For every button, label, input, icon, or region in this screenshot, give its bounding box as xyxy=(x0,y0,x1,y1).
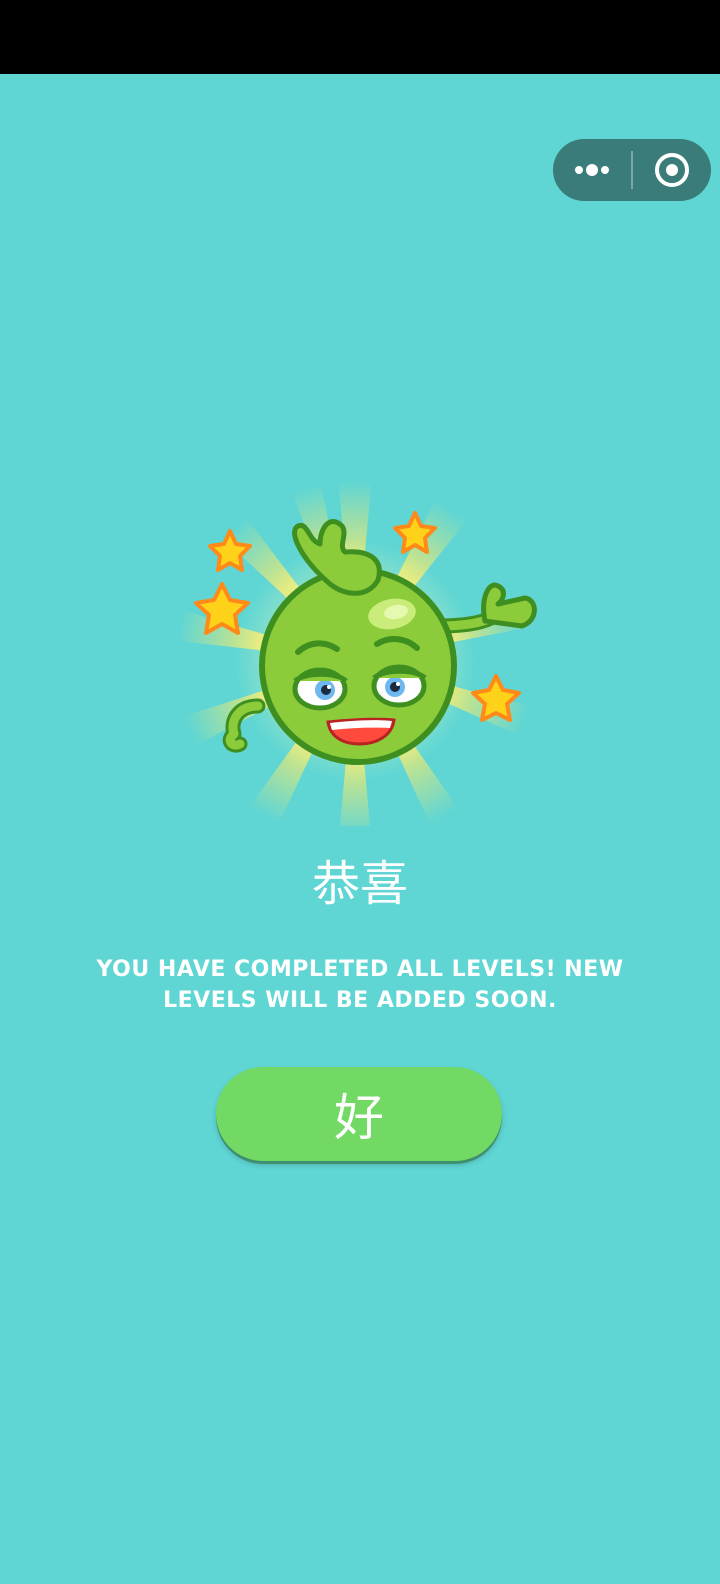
mini-program-capsule xyxy=(553,139,711,201)
close-button[interactable] xyxy=(633,139,711,201)
more-dots-icon xyxy=(575,164,609,176)
congrats-title: 恭喜 xyxy=(311,856,408,912)
ok-button[interactable]: 好 xyxy=(216,1067,502,1161)
completion-message: YOU HAVE COMPLETED ALL LEVELS! NEW LEVEL… xyxy=(96,957,624,1013)
target-close-icon xyxy=(655,153,689,187)
more-button[interactable] xyxy=(553,139,631,201)
status-bar xyxy=(0,0,720,74)
celebration-illustration xyxy=(180,476,537,826)
